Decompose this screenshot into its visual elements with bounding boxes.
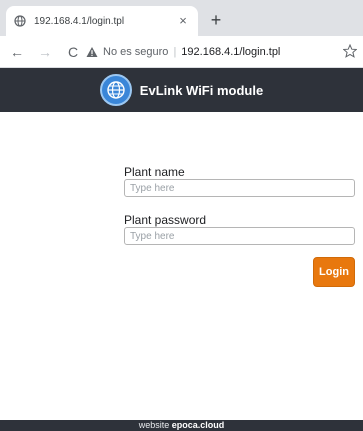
security-label[interactable]: No es seguro (103, 46, 168, 58)
footer-prefix: website (138, 420, 172, 430)
url-text[interactable]: 192.168.4.1/login.tpl (181, 46, 280, 58)
globe-icon (14, 15, 26, 27)
app-header: EvLink WiFi module (0, 68, 363, 112)
reload-button[interactable]: C (62, 41, 84, 63)
wifi-globe-icon (99, 74, 132, 106)
new-tab-button[interactable]: + (206, 10, 226, 30)
plant-password-input[interactable] (124, 227, 355, 245)
plant-name-label: Plant name (124, 165, 185, 179)
star-icon[interactable] (342, 43, 358, 58)
forward-button[interactable]: → (34, 41, 56, 63)
url-separator: | (173, 46, 177, 58)
browser-tab[interactable]: 192.168.4.1/login.tpl × (6, 6, 198, 36)
close-icon[interactable]: × (176, 14, 190, 28)
browser-toolbar: ← → C No es seguro | 192.168.4.1/login.t… (0, 36, 363, 68)
login-button[interactable]: Login (313, 257, 355, 287)
app-title: EvLink WiFi module (139, 82, 264, 98)
address-bar[interactable]: No es seguro | 192.168.4.1/login.tpl (86, 41, 338, 63)
footer: website epoca.cloud (0, 420, 363, 431)
back-button[interactable]: ← (6, 41, 28, 63)
plant-name-input[interactable] (124, 179, 355, 197)
footer-link[interactable]: epoca.cloud (172, 420, 225, 430)
plant-password-label: Plant password (124, 213, 207, 227)
warning-icon[interactable] (86, 46, 98, 58)
browser-tab-strip: 192.168.4.1/login.tpl × + (0, 0, 363, 36)
tab-title: 192.168.4.1/login.tpl (34, 15, 125, 27)
